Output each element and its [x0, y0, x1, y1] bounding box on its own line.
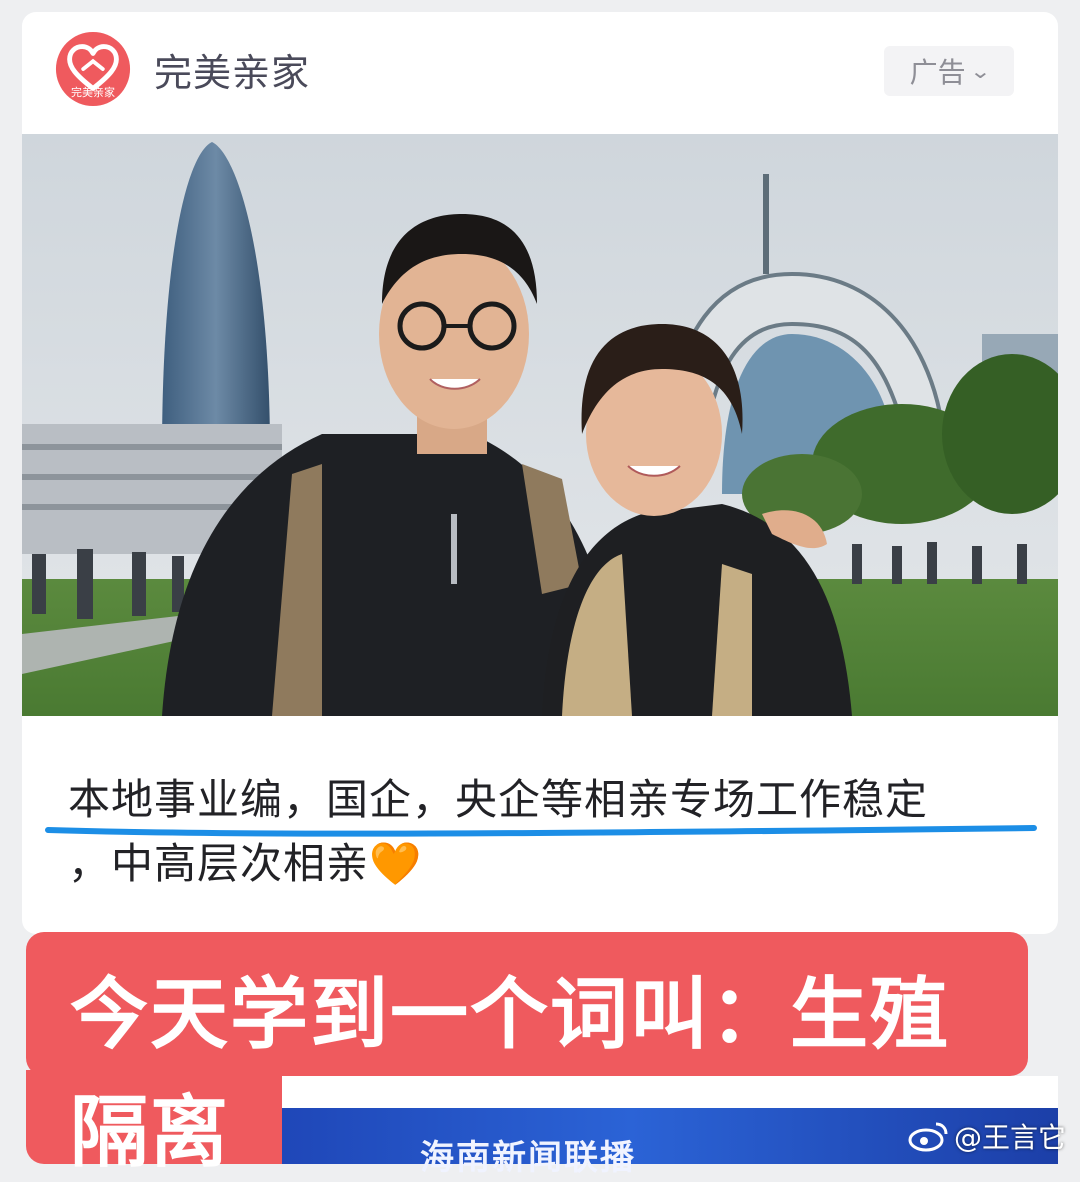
- caption-line-1: 本地事业编，国企，央企等相亲专场工作稳定: [68, 775, 929, 824]
- brand-name[interactable]: 完美亲家: [154, 42, 310, 97]
- ad-card[interactable]: 完美亲家 完美亲家 广告 ⌄ 本地事业编，国企，央企等相亲专场工作稳定 ，中高层…: [22, 12, 1058, 934]
- heart-emoji-icon: 🧡: [369, 839, 423, 888]
- ad-caption[interactable]: 本地事业编，国企，央企等相亲专场工作稳定 ，中高层次相亲🧡: [68, 768, 1028, 896]
- weibo-icon: [908, 1122, 948, 1152]
- news-strip-title: 海南新闻联播: [420, 1138, 636, 1178]
- next-card-background: [282, 1076, 1058, 1108]
- watermark-text: @王言它: [953, 1121, 1066, 1154]
- weibo-watermark: @王言它: [908, 1116, 1066, 1156]
- logo-caption: 完美亲家: [71, 86, 115, 99]
- ad-label: 广告: [909, 56, 966, 89]
- ad-header: 完美亲家 完美亲家 广告 ⌄: [22, 12, 1058, 134]
- chevron-down-icon: ⌄: [969, 59, 991, 83]
- caption-line-2: ，中高层次相亲🧡: [68, 832, 1028, 896]
- ad-photo[interactable]: [22, 134, 1058, 716]
- ad-menu-button[interactable]: 广告 ⌄: [884, 46, 1014, 96]
- caption-line-2-text: ，中高层次相亲: [68, 839, 370, 888]
- overlay-headline-line2: 隔离: [70, 1088, 231, 1178]
- overlay-headline-line1: 今天学到一个词叫：生殖: [70, 970, 951, 1060]
